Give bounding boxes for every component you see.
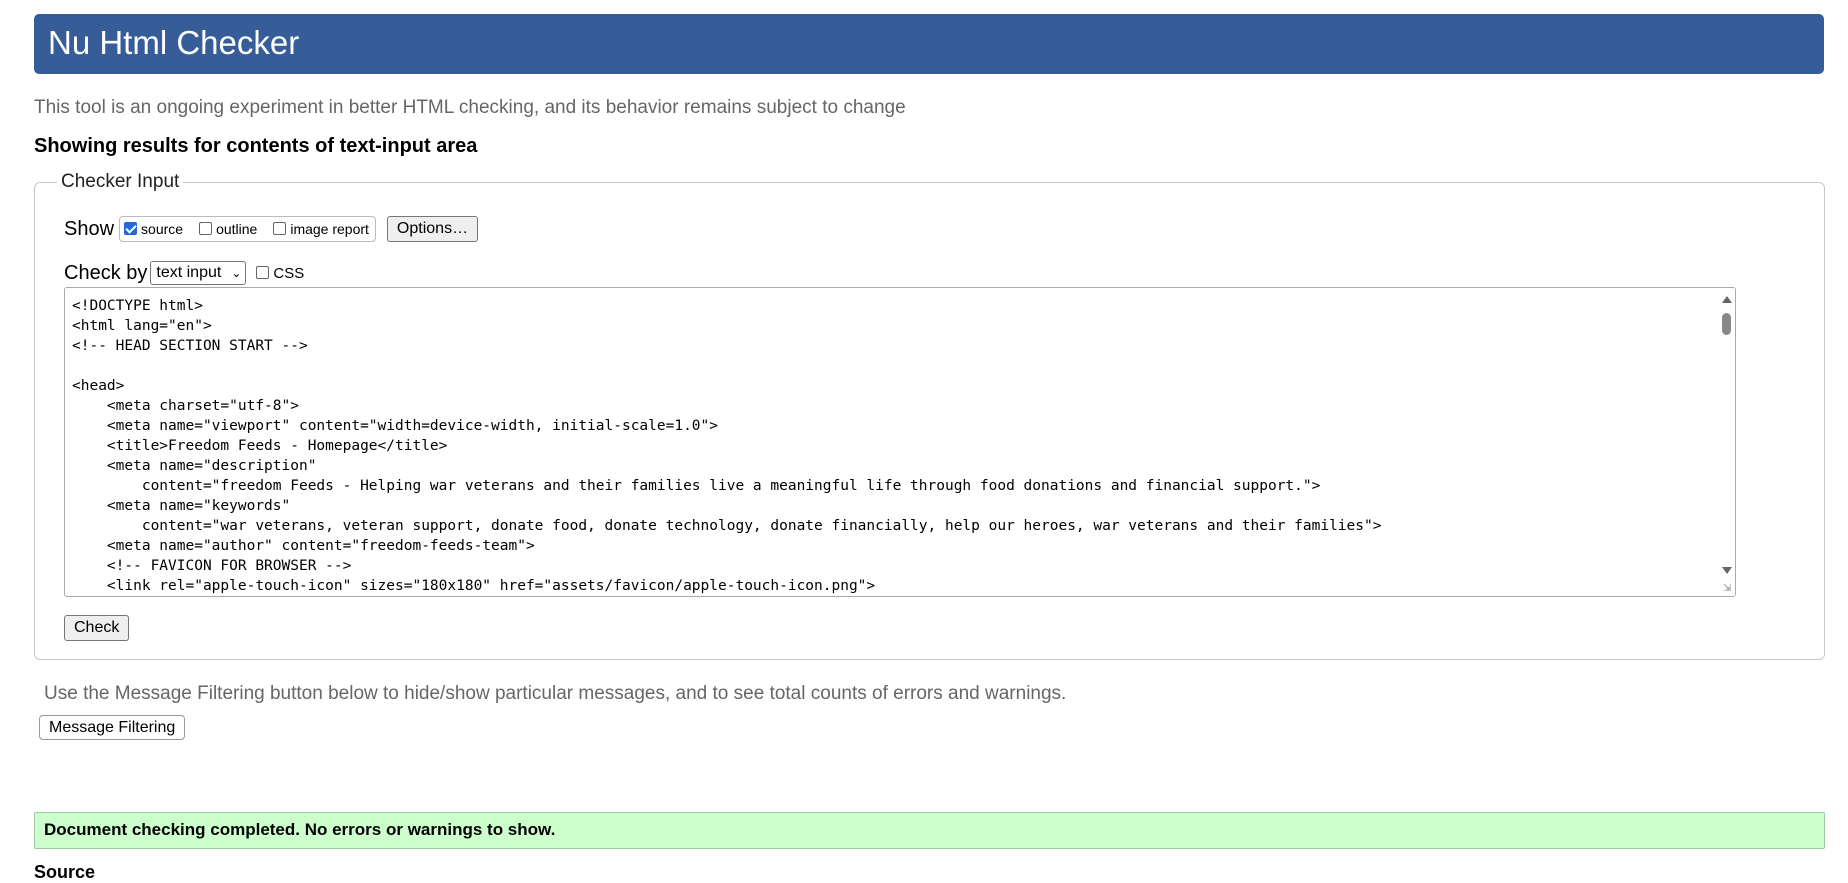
css-option[interactable]: CSS	[256, 265, 304, 282]
success-message-box: Document checking completed. No errors o…	[34, 812, 1825, 849]
chevron-down-icon: ⌄	[231, 266, 242, 280]
success-message: Document checking completed. No errors o…	[44, 820, 556, 839]
check-by-select[interactable]: text input ⌄	[150, 261, 247, 285]
filter-note: Use the Message Filtering button below t…	[44, 683, 1067, 704]
page-title: Nu Html Checker	[48, 24, 300, 61]
check-by-row: Check by text input ⌄ CSS	[64, 258, 304, 288]
source-checkbox[interactable]	[124, 221, 138, 235]
options-button[interactable]: Options…	[386, 216, 479, 242]
tagline: This tool is an ongoing experiment in be…	[34, 97, 906, 118]
show-label: Show	[64, 217, 115, 240]
source-checkbox-label: source	[141, 221, 184, 237]
check-by-label: Check by	[64, 261, 148, 284]
check-button[interactable]: Check	[64, 615, 130, 641]
css-checkbox[interactable]	[256, 265, 270, 279]
results-heading: Showing results for contents of text-inp…	[34, 135, 478, 157]
show-outline-option[interactable]: outline	[199, 221, 257, 237]
outline-checkbox-label: outline	[216, 221, 258, 237]
checker-input-legend: Checker Input	[61, 171, 180, 192]
source-text: <!DOCTYPE html> <html lang="en"> <!-- HE…	[72, 298, 1382, 594]
check-by-selected-value: text input	[156, 264, 222, 281]
show-source-option[interactable]: source	[124, 221, 183, 237]
show-options-row: Show source outline image report Options…	[64, 214, 479, 244]
textarea-scrollbar[interactable]	[1718, 288, 1735, 596]
scroll-down-icon[interactable]	[1722, 567, 1732, 574]
page-header: Nu Html Checker	[34, 14, 1824, 74]
show-options-group: source outline image report	[119, 216, 376, 242]
css-checkbox-label: CSS	[273, 264, 305, 282]
resize-handle-icon[interactable]: ⇲	[1723, 584, 1733, 594]
outline-checkbox[interactable]	[199, 221, 213, 235]
image-report-checkbox-label: image report	[290, 221, 369, 237]
show-image-report-option[interactable]: image report	[273, 221, 369, 237]
scroll-up-icon[interactable]	[1722, 296, 1732, 303]
message-filtering-button[interactable]: Message Filtering	[39, 715, 186, 740]
source-heading: Source	[34, 862, 96, 882]
image-report-checkbox[interactable]	[273, 221, 287, 235]
scroll-thumb[interactable]	[1722, 313, 1731, 335]
source-textarea[interactable]: <!DOCTYPE html> <html lang="en"> <!-- HE…	[64, 287, 1736, 597]
